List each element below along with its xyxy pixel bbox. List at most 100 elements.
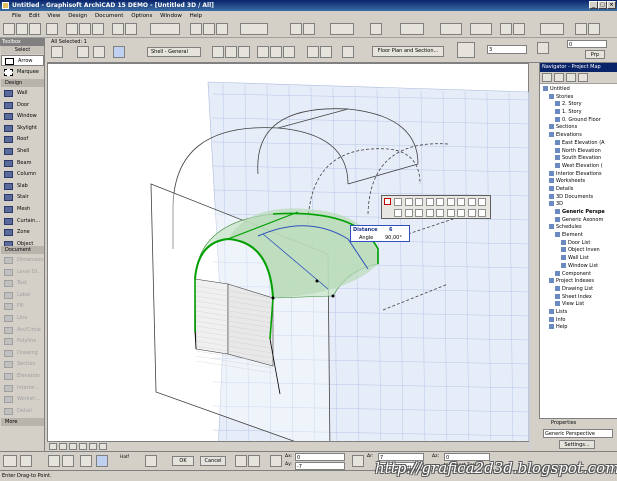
beam-tool[interactable]: Beam	[1, 158, 44, 169]
coord-origin-icon[interactable]	[235, 455, 247, 467]
tree-item[interactable]: Sheet Index	[540, 293, 617, 302]
pen-icon[interactable]	[93, 46, 105, 58]
tree-item[interactable]: East Elevation (A	[540, 139, 617, 148]
tree-item[interactable]: Untitled	[540, 86, 617, 94]
drag-copy-icon[interactable]	[425, 209, 434, 217]
tree-item[interactable]: West Elevation (	[540, 162, 617, 171]
tree-item[interactable]: Drawing List	[540, 285, 617, 294]
properties-button[interactable]: Prp	[585, 50, 605, 59]
window-tool[interactable]: Window	[1, 111, 44, 122]
line-tool[interactable]: Line	[1, 313, 44, 324]
mvo-combo[interactable]	[400, 23, 424, 35]
label-tool[interactable]: Label	[1, 290, 44, 301]
wall-tool[interactable]: Wall	[1, 88, 44, 99]
hotspot[interactable]	[315, 279, 319, 283]
skylight-tool[interactable]: Skylight	[1, 123, 44, 134]
material-icon[interactable]	[342, 46, 354, 58]
worksh-tool[interactable]: Worksh...	[1, 394, 44, 405]
menu-design[interactable]: Design	[68, 13, 87, 19]
tracker-distance-value[interactable]: 6	[389, 227, 392, 233]
dx-field[interactable]: 0	[295, 453, 345, 461]
minimize-button[interactable]: _	[589, 1, 598, 9]
tree-item[interactable]: Lists	[540, 308, 617, 317]
tree-item[interactable]: South Elevation	[540, 155, 617, 163]
detail-tool[interactable]: Detail	[1, 406, 44, 417]
walk-icon[interactable]	[500, 23, 512, 35]
rotate-icon[interactable]	[404, 198, 413, 206]
tree-item[interactable]: View List	[540, 301, 617, 309]
view-map-icon[interactable]	[554, 73, 564, 82]
menu-window[interactable]: Window	[160, 13, 182, 19]
section-tool[interactable]: Section	[1, 359, 44, 370]
contour-icon[interactable]	[307, 46, 319, 58]
close-button[interactable]: ×	[607, 1, 616, 9]
ok-button[interactable]: OK	[172, 456, 194, 466]
thickness-field[interactable]: 3	[487, 45, 527, 54]
nudge-icon[interactable]	[145, 455, 157, 467]
offset-icon[interactable]	[436, 198, 444, 206]
tree-item[interactable]: Details	[540, 185, 617, 194]
layout-book-icon[interactable]	[566, 73, 576, 82]
tree-item[interactable]: 2. Story	[540, 101, 617, 109]
arc-icon[interactable]	[257, 46, 269, 58]
tree-item[interactable]: Interior Elevations	[540, 170, 617, 179]
cut-icon[interactable]	[66, 23, 78, 35]
tree-item[interactable]: 1. Story	[540, 109, 617, 117]
offset-all-icon[interactable]	[457, 209, 465, 217]
dimension-tool[interactable]: Dimension	[1, 255, 44, 266]
extrude-icon[interactable]	[225, 46, 237, 58]
mesh-tool[interactable]: Mesh	[1, 204, 44, 215]
door-tool[interactable]: Door	[1, 100, 44, 111]
drag-icon[interactable]	[394, 198, 402, 206]
publisher-icon[interactable]	[578, 73, 588, 82]
fill-tool[interactable]: Fill	[1, 301, 44, 312]
arrow-tool[interactable]: Arrow	[1, 55, 44, 66]
tree-item[interactable]: North Elevation	[540, 147, 617, 156]
shell-tool[interactable]: Shell	[1, 146, 44, 157]
elevation-tool[interactable]: Elevation	[1, 371, 44, 382]
print-icon[interactable]	[46, 23, 58, 35]
adjust-icon[interactable]	[467, 209, 476, 217]
curtain-tool[interactable]: Curtain...	[1, 216, 44, 227]
layer-combo[interactable]	[150, 23, 180, 35]
new-icon[interactable]	[3, 23, 15, 35]
menu-file[interactable]: File	[12, 13, 21, 19]
mirror-copy-icon[interactable]	[446, 209, 455, 217]
floor-plan-icon[interactable]	[303, 23, 315, 35]
3d-viewport[interactable]: Distance 6 Angle 90,00°	[47, 63, 531, 465]
column-tool[interactable]: Column	[1, 169, 44, 180]
fillet-icon[interactable]	[446, 198, 455, 206]
tree-item[interactable]: 3D	[540, 201, 617, 209]
resize-icon[interactable]	[478, 198, 486, 206]
curve-icon[interactable]	[457, 198, 465, 206]
slab-tool[interactable]: Slab	[1, 181, 44, 192]
drawing-tool[interactable]: Drawing	[1, 348, 44, 359]
multiply-icon[interactable]	[404, 209, 413, 217]
hotspot[interactable]	[271, 296, 275, 300]
offset-field[interactable]: 0	[567, 40, 607, 48]
arc-circle-tool[interactable]: Arc/Circle	[1, 325, 44, 336]
shell-type-combo[interactable]: Shell - General	[147, 47, 201, 57]
selection-icon[interactable]	[575, 23, 587, 35]
tree-item[interactable]: Element	[540, 232, 617, 240]
mirror-icon[interactable]	[415, 198, 423, 206]
zoom-in-icon[interactable]	[190, 23, 202, 35]
dy-field[interactable]: -7	[295, 462, 345, 470]
relative-coord-icon[interactable]	[248, 455, 260, 467]
level-di-tool[interactable]: Level Di...	[1, 267, 44, 278]
render-combo[interactable]	[330, 23, 354, 35]
magnet-icon[interactable]	[80, 455, 92, 467]
document-section[interactable]: Document	[1, 246, 44, 254]
mirror-icon[interactable]	[283, 46, 295, 58]
zoom-out-icon[interactable]	[69, 443, 77, 450]
roof-tool[interactable]: Roof	[1, 134, 44, 145]
hole-icon[interactable]	[320, 46, 332, 58]
tree-item[interactable]: Sections	[540, 124, 617, 132]
settings-button[interactable]: Settings...	[559, 440, 595, 449]
redo-icon[interactable]	[125, 23, 137, 35]
text-tool[interactable]: Text	[1, 278, 44, 289]
tree-item[interactable]: Wall List	[540, 255, 617, 263]
pen-weight-icon[interactable]	[537, 42, 549, 54]
tree-item[interactable]: Schedules	[540, 224, 617, 232]
pan-icon[interactable]	[89, 443, 97, 450]
